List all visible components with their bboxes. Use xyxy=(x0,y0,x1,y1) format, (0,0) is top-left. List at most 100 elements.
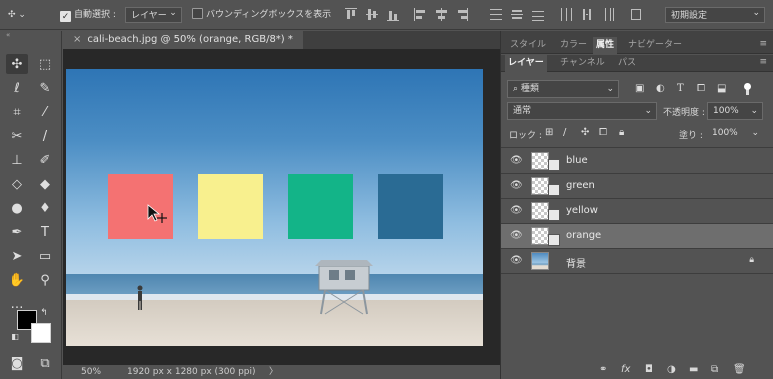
history-brush-tool-icon[interactable]: ✐ xyxy=(34,150,56,170)
move-tool-preset-icon[interactable]: ✣ ⌄ xyxy=(8,7,26,23)
link-layers-icon[interactable]: ⚭ xyxy=(599,364,607,375)
tab-styles[interactable]: スタイル xyxy=(507,37,549,54)
lock-position-icon[interactable]: ✣ xyxy=(581,127,589,138)
lasso-tool-icon[interactable]: ℓ xyxy=(6,78,28,98)
align-left-icon[interactable] xyxy=(414,8,426,21)
auto-select-label: 自動選択 : xyxy=(74,10,116,20)
hand-tool-icon[interactable]: ✋ xyxy=(6,270,28,290)
brush-tool-icon[interactable]: / xyxy=(34,126,56,146)
auto-select-target-select[interactable]: レイヤー xyxy=(125,5,182,23)
crop-tool-icon[interactable]: ⌗ xyxy=(6,102,28,122)
layer-row[interactable]: 👁︎ blue xyxy=(501,149,773,174)
background-color-swatch[interactable] xyxy=(31,323,51,343)
eye-icon[interactable]: 👁︎ xyxy=(510,230,523,241)
sky xyxy=(66,69,483,274)
new-layer-icon[interactable]: ⧉ xyxy=(711,364,718,375)
align-bottom-icon[interactable] xyxy=(387,8,399,21)
layer-filter-select[interactable]: ⌕ 種類 ⌄ xyxy=(507,80,619,98)
filter-shape-icon[interactable]: ⧠ xyxy=(697,83,705,94)
lock-transparent-icon[interactable]: ⊞ xyxy=(545,127,553,138)
layers-menu-icon[interactable]: ≡ xyxy=(759,57,767,67)
screen-mode-icon[interactable]: ⧉ xyxy=(34,353,56,373)
filter-adjustment-icon[interactable]: ◐ xyxy=(656,83,665,94)
move-tool-icon[interactable]: ✣ xyxy=(6,54,28,74)
default-colors-icon[interactable]: ◧ xyxy=(10,331,20,341)
adjustment-layer-icon[interactable]: ◑ xyxy=(667,364,676,375)
fill-field[interactable]: 100% ⌄ xyxy=(707,125,763,143)
rectangle-tool-icon[interactable]: ▭ xyxy=(34,246,56,266)
filter-pixel-icon[interactable]: ▣ xyxy=(635,83,644,94)
collapse-icon[interactable]: « xyxy=(6,31,10,39)
dodge-tool-icon[interactable]: ♦ xyxy=(34,198,56,218)
opacity-label: 不透明度 : xyxy=(663,108,705,118)
new-group-icon[interactable]: ▬ xyxy=(689,364,698,375)
auto-align-icon[interactable] xyxy=(630,8,642,21)
swap-colors-icon[interactable]: ↰ xyxy=(38,307,50,319)
type-tool-icon[interactable]: T xyxy=(34,222,56,242)
paint-bucket-tool-icon[interactable]: ◆ xyxy=(34,174,56,194)
status-bar: 50% 1920 px x 1280 px (300 ppi) 〉 xyxy=(63,365,500,379)
zoom-tool-icon[interactable]: ⚲ xyxy=(34,270,56,290)
green-square[interactable] xyxy=(288,174,353,239)
tab-properties[interactable]: 属性 xyxy=(593,37,618,54)
yellow-square[interactable] xyxy=(198,174,263,239)
blue-square[interactable] xyxy=(378,174,443,239)
status-menu-arrow[interactable]: 〉 xyxy=(269,365,278,379)
tab-navigator[interactable]: ナビゲーター xyxy=(625,37,685,54)
shape-mask-icon xyxy=(548,184,560,196)
panel-menu-icon[interactable]: ≡ xyxy=(759,39,767,49)
distribute-hcenter-icon[interactable] xyxy=(581,8,593,21)
workspace-select[interactable]: 初期設定 xyxy=(665,5,765,23)
tab-paths[interactable]: パス xyxy=(615,55,639,72)
marquee-tool-icon[interactable]: ⬚ xyxy=(34,54,56,74)
transform-controls-checkbox[interactable]: バウンディングボックスを表示 xyxy=(192,7,331,23)
filter-toggle-icon[interactable] xyxy=(743,83,757,95)
align-vcenter-icon[interactable] xyxy=(366,8,378,21)
healing-brush-tool-icon[interactable]: ✂ xyxy=(6,126,28,146)
align-top-icon[interactable] xyxy=(345,8,357,21)
tab-channels[interactable]: チャンネル xyxy=(557,55,608,72)
layer-row[interactable]: 👁︎ green xyxy=(501,174,773,199)
eraser-tool-icon[interactable]: ◇ xyxy=(6,174,28,194)
filter-type-icon[interactable]: T xyxy=(677,83,684,94)
distribute-left-icon[interactable] xyxy=(560,8,572,21)
lock-image-icon[interactable]: / xyxy=(563,127,566,138)
blur-tool-icon[interactable]: ● xyxy=(6,198,28,218)
opacity-field[interactable]: 100% ⌄ xyxy=(707,102,763,120)
layer-style-icon[interactable]: fx xyxy=(621,364,630,375)
pen-tool-icon[interactable]: ✒ xyxy=(6,222,28,242)
quick-mask-icon[interactable]: ◙ xyxy=(6,353,28,373)
tab-color[interactable]: カラー xyxy=(557,37,590,54)
eye-icon[interactable]: 👁︎ xyxy=(510,205,523,216)
align-right-icon[interactable] xyxy=(456,8,468,21)
layer-row[interactable]: 👁︎ yellow xyxy=(501,199,773,224)
layer-thumbnail xyxy=(531,227,549,245)
layer-row[interactable]: 👁︎ orange xyxy=(501,224,773,249)
beach-photo[interactable] xyxy=(66,69,483,346)
delete-layer-icon[interactable]: 🗑︎ xyxy=(733,364,746,375)
eye-icon[interactable]: 👁︎ xyxy=(510,155,523,166)
layer-row[interactable]: 👁︎ 背景 🔒︎ xyxy=(501,249,773,274)
filter-smart-object-icon[interactable]: ⬓ xyxy=(717,83,726,94)
distribute-top-icon[interactable] xyxy=(490,8,502,21)
auto-select-checkbox[interactable]: ✓ 自動選択 : xyxy=(60,7,116,23)
distribute-vcenter-icon[interactable] xyxy=(511,8,523,21)
eyedropper-tool-icon[interactable]: ⁄ xyxy=(34,102,56,122)
magic-wand-tool-icon[interactable]: ✎ xyxy=(34,78,56,98)
eye-icon[interactable]: 👁︎ xyxy=(510,180,523,191)
add-mask-icon[interactable]: ◘ xyxy=(645,364,653,375)
path-selection-tool-icon[interactable]: ➤ xyxy=(6,246,28,266)
clone-stamp-tool-icon[interactable]: ⊥ xyxy=(6,150,28,170)
blend-mode-select[interactable]: 通常 ⌄ xyxy=(507,102,657,120)
tab-layers[interactable]: レイヤー xyxy=(505,55,547,72)
distribute-bottom-icon[interactable] xyxy=(532,8,544,21)
distribute-right-icon[interactable] xyxy=(602,8,614,21)
lock-all-icon[interactable]: 🔒︎ xyxy=(619,127,624,138)
zoom-level[interactable]: 50% xyxy=(81,365,101,379)
canvas-area[interactable] xyxy=(63,49,500,365)
close-tab-icon[interactable]: × xyxy=(73,34,81,45)
lock-artboard-icon[interactable]: ⧠ xyxy=(599,127,607,138)
document-tab[interactable]: × cali-beach.jpg @ 50% (orange, RGB/8*) * xyxy=(63,31,303,49)
align-hcenter-icon[interactable] xyxy=(435,8,447,21)
eye-icon[interactable]: 👁︎ xyxy=(510,255,523,266)
